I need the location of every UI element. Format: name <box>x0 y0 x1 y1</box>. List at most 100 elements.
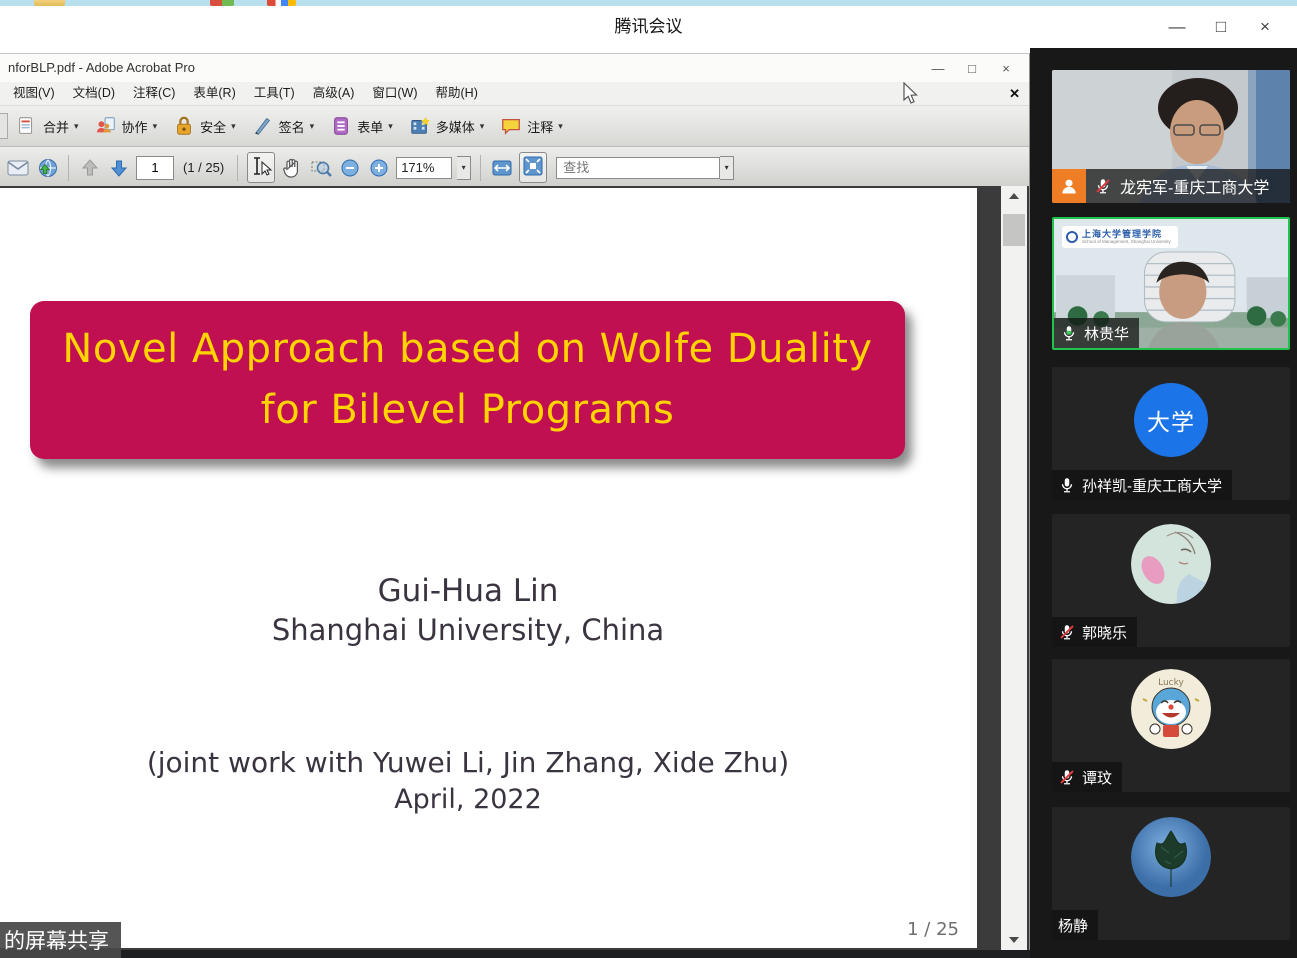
maximize-button[interactable]: □ <box>1199 17 1243 37</box>
scroll-up-button[interactable] <box>1001 188 1027 204</box>
participant-tile[interactable]: Lucky 谭玟 <box>1052 659 1290 792</box>
menu-view[interactable]: 视图(V) <box>4 82 64 105</box>
participant-tile[interactable]: 上海大学管理学院 School of Management, Shanghai … <box>1052 217 1290 350</box>
divider <box>68 155 69 181</box>
select-tool-icon <box>249 154 273 178</box>
find-dropdown-caret[interactable]: ▾ <box>720 156 734 180</box>
acrobat-close-button[interactable]: × <box>989 61 1023 76</box>
mic-active-icon <box>1060 324 1078 342</box>
screen-share-region: nforBLP.pdf - Adobe Acrobat Pro — □ × 视图… <box>0 48 1030 958</box>
zoom-level-value[interactable]: 171% <box>396 157 452 179</box>
chevron-down-icon: ▾ <box>310 121 315 132</box>
fit-width-icon[interactable] <box>490 156 514 180</box>
zoom-dropdown-caret[interactable]: ▾ <box>457 156 471 180</box>
acrobat-window: nforBLP.pdf - Adobe Acrobat Pro — □ × 视图… <box>0 53 1030 950</box>
collaborate-button[interactable]: 协作 ▾ <box>95 115 158 137</box>
acrobat-minimize-button[interactable]: — <box>921 61 955 76</box>
document-area: Novel Approach based on Wolfe Duality fo… <box>0 186 1029 950</box>
participant-tile[interactable]: 大学 孙祥凯-重庆工商大学 <box>1052 367 1290 500</box>
participant-name: 孙祥凯-重庆工商大学 <box>1082 475 1222 496</box>
forms-label: 表单 <box>357 117 383 136</box>
comment-button[interactable]: 注释 ▾ <box>500 115 563 137</box>
find-input[interactable] <box>556 157 720 179</box>
multimedia-button[interactable]: 多媒体 ▾ <box>409 115 485 137</box>
find-box: ▾ <box>556 156 734 180</box>
vertical-scrollbar[interactable] <box>1001 186 1027 950</box>
menu-comments[interactable]: 注释(C) <box>124 82 184 105</box>
mic-active-icon <box>1058 476 1076 494</box>
marquee-zoom-icon[interactable] <box>309 156 333 180</box>
participant-tile[interactable]: 郭晓乐 <box>1052 514 1290 647</box>
forms-button[interactable]: 表单 ▾ <box>330 115 393 137</box>
security-button[interactable]: 安全 ▾ <box>173 115 236 137</box>
presenter-icon <box>1052 169 1086 203</box>
merge-button[interactable]: 合并 ▾ <box>16 115 79 137</box>
menu-tools[interactable]: 工具(T) <box>245 82 304 105</box>
next-page-icon[interactable] <box>107 156 131 180</box>
fit-page-button[interactable] <box>519 152 547 183</box>
menubar-close-icon[interactable]: ✕ <box>1009 82 1020 105</box>
collaborate-icon <box>95 115 117 137</box>
security-label: 安全 <box>200 117 226 136</box>
slide-author: Gui-Hua Lin <box>0 573 936 609</box>
avatar-caption: Lucky <box>1158 678 1184 688</box>
scrollbar-thumb[interactable] <box>1003 214 1025 246</box>
avatar <box>1131 817 1211 897</box>
chevron-down-icon: ▾ <box>480 121 485 132</box>
minimize-button[interactable]: — <box>1155 17 1199 37</box>
clipped-tool-icon <box>0 113 8 139</box>
scroll-down-button[interactable] <box>1001 932 1027 948</box>
university-logo-icon <box>1066 231 1078 243</box>
chevron-down-icon: ▾ <box>153 121 158 132</box>
menu-document[interactable]: 文档(D) <box>64 82 124 105</box>
close-button[interactable]: × <box>1243 17 1287 37</box>
merge-label: 合并 <box>43 117 69 136</box>
web-upload-icon[interactable] <box>35 156 59 180</box>
form-icon <box>330 115 352 137</box>
mic-muted-icon <box>1058 768 1076 786</box>
slide-page-indicator: 1 / 25 <box>907 919 959 940</box>
select-tool-button[interactable] <box>247 152 275 183</box>
avatar: 大学 <box>1134 383 1208 457</box>
email-icon[interactable] <box>6 156 30 180</box>
participant-name-bar: 龙宪军-重庆工商大学 <box>1052 169 1290 203</box>
zoom-in-icon[interactable] <box>367 156 391 180</box>
zoom-out-icon[interactable] <box>338 156 362 180</box>
meeting-title: 腾讯会议 <box>0 6 1297 48</box>
sign-button[interactable]: 签名 ▾ <box>252 115 315 137</box>
page-number-input[interactable] <box>136 156 174 180</box>
merge-icon <box>16 115 38 137</box>
menu-forms[interactable]: 表单(R) <box>184 82 244 105</box>
participant-tile[interactable]: 杨静 <box>1052 807 1290 940</box>
hand-tool-icon[interactable] <box>280 156 304 180</box>
participant-name-bar: 杨静 <box>1052 910 1098 940</box>
share-bottom-strip <box>0 950 1030 958</box>
badge-title: 上海大学管理学院 <box>1082 229 1171 239</box>
chevron-down-icon: ▾ <box>388 121 393 132</box>
participant-tile[interactable]: 龙宪军-重庆工商大学 <box>1052 70 1290 203</box>
tencent-meeting-window: 腾讯会议 — □ × nforBLP.pdf - Adobe Acrobat P… <box>0 0 1297 958</box>
meeting-window-controls: — □ × <box>1155 6 1287 48</box>
acrobat-toolbar-nav: (1 / 25) 171% ▾ ▾ <box>0 147 1029 189</box>
previous-page-icon[interactable] <box>78 156 102 180</box>
acrobat-menubar: 视图(V) 文档(D) 注释(C) 表单(R) 工具(T) 高级(A) 窗口(W… <box>0 82 1029 106</box>
chevron-down-icon: ▾ <box>231 121 236 132</box>
acrobat-maximize-button[interactable]: □ <box>955 61 989 76</box>
scroll-down-icon <box>1009 937 1019 943</box>
avatar: Lucky <box>1131 669 1211 749</box>
slide-title-line2: for Bilevel Programs <box>261 380 675 441</box>
multimedia-label: 多媒体 <box>436 117 475 136</box>
divider <box>237 155 238 181</box>
collaborate-label: 协作 <box>122 117 148 136</box>
page-count-label: (1 / 25) <box>183 160 224 175</box>
scroll-up-icon <box>1009 193 1019 199</box>
menu-help[interactable]: 帮助(H) <box>427 82 487 105</box>
slide-title-line1: Novel Approach based on Wolfe Duality <box>62 319 872 380</box>
divider <box>480 155 481 181</box>
screen-share-label: 的屏幕共享 <box>0 922 121 958</box>
menu-window[interactable]: 窗口(W) <box>363 82 426 105</box>
badge-subtitle: School of Management, Shanghai Universit… <box>1082 239 1171 245</box>
participant-name-bar: 郭晓乐 <box>1052 617 1137 647</box>
chevron-down-icon: ▾ <box>74 121 79 132</box>
menu-advanced[interactable]: 高级(A) <box>304 82 364 105</box>
